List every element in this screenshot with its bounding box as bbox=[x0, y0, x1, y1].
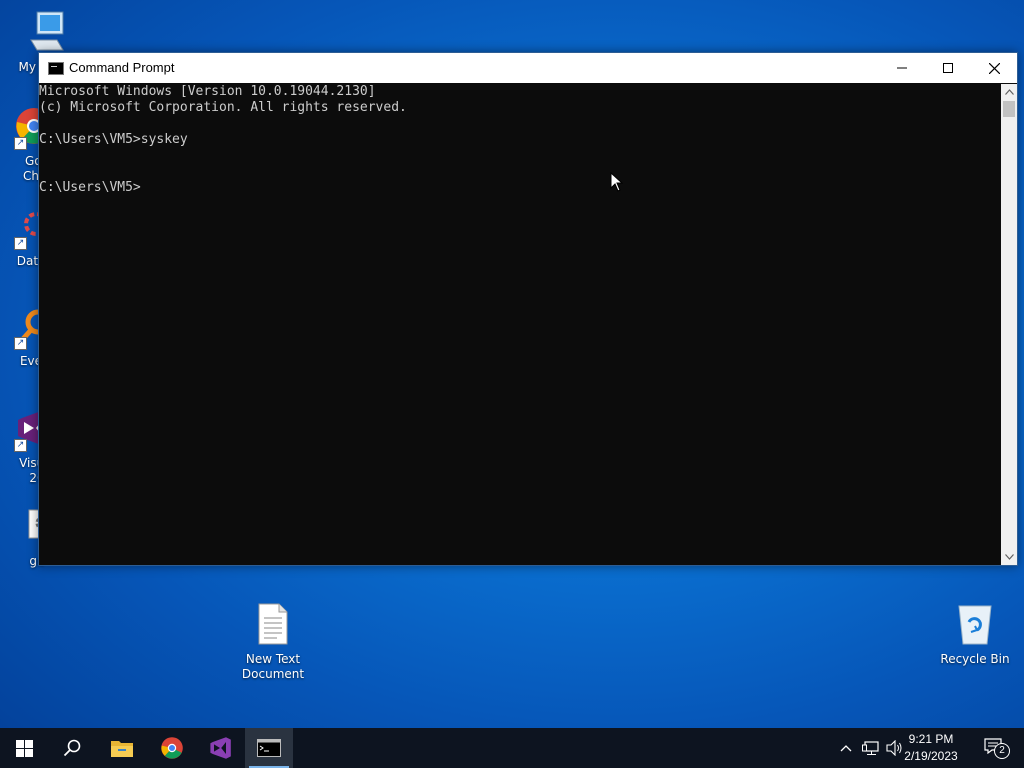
console-line: (c) Microsoft Corporation. All rights re… bbox=[39, 100, 407, 115]
scroll-down-button[interactable] bbox=[1001, 549, 1017, 565]
start-button[interactable] bbox=[0, 728, 48, 768]
scroll-up-button[interactable] bbox=[1001, 84, 1017, 100]
chevron-down-icon bbox=[1004, 554, 1014, 560]
shortcut-arrow-icon: ↗ bbox=[14, 137, 27, 150]
network-icon bbox=[862, 741, 879, 755]
close-icon bbox=[988, 62, 1000, 74]
command-prompt-icon bbox=[257, 739, 281, 757]
command-prompt-icon bbox=[48, 62, 64, 75]
window-title: Command Prompt bbox=[69, 60, 175, 75]
visual-studio-icon bbox=[210, 737, 231, 759]
console-output[interactable]: Microsoft Windows [Version 10.0.19044.21… bbox=[39, 84, 1001, 565]
clock-time: 9:21 PM bbox=[908, 732, 954, 746]
shortcut-arrow-icon: ↗ bbox=[14, 237, 27, 250]
windows-logo-icon bbox=[15, 739, 33, 757]
desktop-icon-recycle-bin[interactable]: Recycle Bin bbox=[938, 602, 1012, 667]
search-icon bbox=[63, 739, 81, 757]
text-document-icon bbox=[258, 603, 288, 645]
file-explorer-icon bbox=[111, 741, 133, 757]
console-line: C:\Users\VM5>syskey bbox=[39, 132, 188, 147]
show-hidden-icons-button[interactable] bbox=[836, 728, 856, 768]
minimize-button[interactable] bbox=[879, 53, 925, 83]
recycle-bin-icon bbox=[958, 605, 992, 645]
minimize-icon bbox=[897, 67, 907, 69]
command-prompt-window[interactable]: Command Prompt Microsoft Windows [Versio… bbox=[38, 52, 1018, 566]
close-button[interactable] bbox=[971, 53, 1017, 83]
mouse-pointer-icon bbox=[610, 172, 624, 192]
command-prompt-taskbar-button[interactable] bbox=[245, 728, 293, 768]
shortcut-arrow-icon: ↗ bbox=[14, 337, 27, 350]
taskbar: 9:21 PM 2/19/2023 2 bbox=[0, 728, 1024, 768]
desktop-icon-label: New Text Document bbox=[241, 652, 305, 681]
clock-date: 2/19/2023 bbox=[904, 749, 958, 763]
console-prompt-line[interactable]: C:\Users\VM5> bbox=[39, 180, 1001, 196]
window-titlebar[interactable]: Command Prompt bbox=[39, 53, 1017, 83]
maximize-icon bbox=[943, 63, 953, 73]
file-explorer-button[interactable] bbox=[98, 728, 146, 768]
chevron-up-icon bbox=[840, 745, 852, 752]
shortcut-arrow-icon: ↗ bbox=[14, 439, 27, 452]
clock[interactable]: 9:21 PM 2/19/2023 bbox=[896, 731, 966, 765]
action-center-button[interactable]: 2 bbox=[978, 728, 1012, 768]
computer-icon bbox=[30, 11, 64, 51]
search-button[interactable] bbox=[48, 728, 96, 768]
visual-studio-taskbar-button[interactable] bbox=[196, 728, 244, 768]
maximize-button[interactable] bbox=[925, 53, 971, 83]
chevron-up-icon bbox=[1004, 89, 1014, 95]
chrome-taskbar-button[interactable] bbox=[148, 728, 196, 768]
chrome-icon bbox=[161, 737, 183, 759]
notification-count-badge: 2 bbox=[994, 743, 1010, 759]
desktop-icon-new-text-document[interactable]: New Text Document bbox=[236, 602, 310, 682]
vertical-scrollbar[interactable] bbox=[1001, 84, 1017, 565]
network-button[interactable] bbox=[860, 728, 882, 768]
desktop-icon-label: Recycle Bin bbox=[940, 652, 1010, 666]
console-line: Microsoft Windows [Version 10.0.19044.21… bbox=[39, 84, 376, 99]
scroll-thumb[interactable] bbox=[1003, 101, 1015, 117]
